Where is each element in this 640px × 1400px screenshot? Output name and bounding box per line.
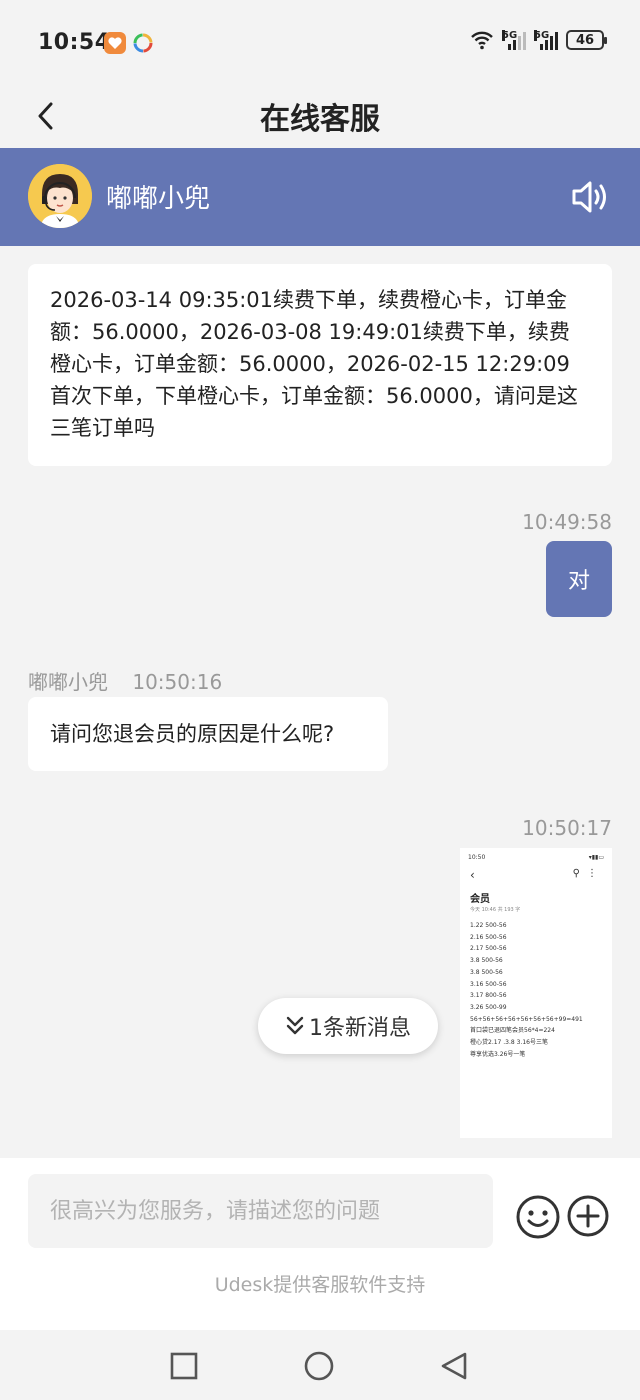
thumb-line: 3.8 500-56 bbox=[470, 968, 503, 976]
status-indicators: 5G 5G 46 bbox=[470, 30, 607, 50]
message-text: 对 bbox=[567, 569, 590, 594]
message-text: 请问您退会员的原因是什么呢? bbox=[50, 722, 335, 746]
message-sender: 嘟嘟小兜 bbox=[28, 670, 108, 694]
thumb-line: 橙心贷2.17 .3.8 3.16号三笔 bbox=[470, 1039, 548, 1047]
back-nav-button[interactable] bbox=[438, 1350, 470, 1382]
double-chevron-down-icon bbox=[286, 1016, 304, 1035]
message-input[interactable] bbox=[28, 1174, 493, 1248]
plus-circle-icon bbox=[567, 1195, 609, 1237]
message-time: 10:50:17 bbox=[522, 816, 612, 840]
thumb-line: 2.17 500-56 bbox=[470, 945, 507, 953]
network-type-1: 5G bbox=[502, 30, 518, 41]
battery-icon: 46 bbox=[566, 30, 607, 50]
thumb-back-icon: ‹ bbox=[470, 868, 475, 882]
thumb-line: 首口袋已退四笔会员56*4=224 bbox=[470, 1027, 555, 1035]
message-time: 10:50:16 bbox=[132, 670, 223, 694]
thumb-line: 尊享优选3.26号一笔 bbox=[470, 1050, 526, 1058]
network-type-2: 5G bbox=[534, 30, 550, 41]
status-bar: 10:54 5G 5G 46 bbox=[0, 0, 640, 86]
signal-icon-1: 5G bbox=[502, 30, 526, 50]
thumb-line: 3.17 800-56 bbox=[470, 992, 507, 1000]
recents-button[interactable] bbox=[168, 1350, 200, 1382]
battery-level: 46 bbox=[575, 32, 595, 48]
agent-avatar[interactable] bbox=[28, 164, 92, 228]
signal-icon-2: 5G bbox=[534, 30, 558, 50]
powered-by-text: Udesk提供客服软件支持 bbox=[214, 1274, 426, 1296]
message-meta: 嘟嘟小兜 10:50:16 bbox=[28, 666, 222, 695]
message-bubble-agent[interactable]: 2026-03-14 09:35:01续费下单，续费橙心卡，订单金额：56.00… bbox=[28, 264, 612, 466]
status-time: 10:54 bbox=[38, 30, 111, 55]
thumb-line: 1.22 500-56 bbox=[470, 922, 507, 929]
smiley-icon bbox=[516, 1195, 560, 1239]
message-bubble-user[interactable]: 对 bbox=[546, 541, 612, 617]
thumb-title: 会员 bbox=[470, 894, 490, 905]
circle-icon bbox=[304, 1351, 334, 1381]
page-title: 在线客服 bbox=[260, 102, 380, 137]
thumb-subtitle: 今天 10:46 共 193 字 bbox=[470, 907, 521, 913]
wifi-icon bbox=[471, 31, 493, 50]
app-notification-icon bbox=[104, 32, 126, 54]
thumb-line: 3.26 500-99 bbox=[470, 1003, 507, 1011]
app-notification-icon-2 bbox=[133, 33, 153, 53]
square-icon bbox=[170, 1352, 198, 1380]
thumb-line: 56+56+56+56+56+56+56+99=491 bbox=[470, 1015, 583, 1023]
system-nav-bar bbox=[0, 1330, 640, 1400]
emoji-button[interactable] bbox=[515, 1194, 561, 1240]
thumb-status-icons: ▾▮▮▭ bbox=[588, 854, 604, 861]
agent-header: 嘟嘟小兜 bbox=[0, 148, 640, 246]
speaker-button[interactable] bbox=[570, 176, 612, 218]
chat-message-list[interactable]: 2026-03-14 09:35:01续费下单，续费橙心卡，订单金额：56.00… bbox=[0, 246, 640, 1158]
new-message-button[interactable]: 1条新消息 bbox=[258, 998, 438, 1054]
agent-avatar-icon bbox=[28, 164, 92, 228]
home-button[interactable] bbox=[303, 1350, 335, 1382]
thumb-line: 3.8 500-56 bbox=[470, 957, 503, 965]
message-text: 2026-03-14 09:35:01续费下单，续费橙心卡，订单金额：56.00… bbox=[50, 288, 578, 440]
message-bubble-agent[interactable]: 请问您退会员的原因是什么呢? bbox=[28, 697, 388, 771]
thumb-line: 2.16 500-56 bbox=[470, 933, 507, 941]
triangle-back-icon bbox=[441, 1352, 467, 1380]
thumb-toolbar-icons: ⚲⋮ bbox=[572, 868, 604, 879]
thumb-line: 3.16 500-56 bbox=[470, 980, 507, 988]
agent-name: 嘟嘟小兜 bbox=[106, 184, 211, 214]
more-options-button[interactable] bbox=[566, 1194, 610, 1238]
speaker-icon bbox=[572, 181, 606, 213]
new-message-label: 1条新消息 bbox=[309, 1016, 411, 1041]
input-area: Udesk提供客服软件支持 bbox=[0, 1158, 640, 1330]
thumb-note-lines: 1.22 500-56 2.16 500-56 2.17 500-56 3.8 … bbox=[470, 920, 608, 1060]
title-bar: 在线客服 bbox=[0, 86, 640, 148]
message-time: 10:49:58 bbox=[522, 510, 612, 534]
image-message[interactable]: 10:50 ▾▮▮▭ ‹ ⚲⋮ 会员 今天 10:46 共 193 字 1.22… bbox=[460, 848, 612, 1138]
thumb-status-time: 10:50 bbox=[468, 854, 486, 861]
